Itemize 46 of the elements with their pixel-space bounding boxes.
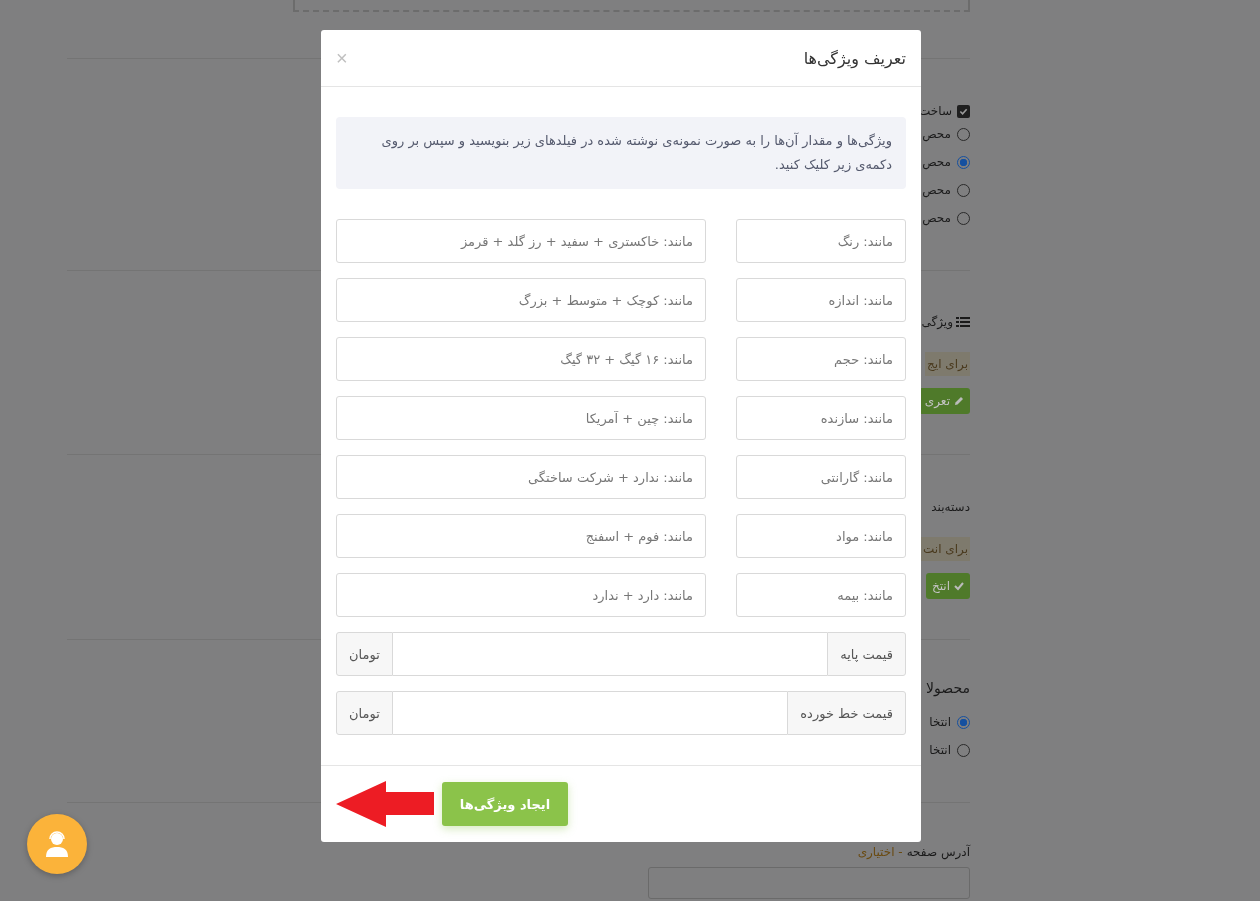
option-label: انتخا: [929, 715, 951, 729]
select-button[interactable]: انتخ: [925, 573, 970, 599]
option-label: محص: [922, 127, 951, 141]
radio-button[interactable]: [957, 715, 970, 729]
alert-message: برای انت: [921, 537, 970, 561]
define-button[interactable]: تعری: [918, 388, 970, 414]
feature-name-field[interactable]: مانند: اندازه: [736, 278, 906, 323]
optional-note: - اختیاری: [857, 845, 903, 859]
feature-name-field[interactable]: مانند: بیمه: [736, 573, 906, 618]
create-features-button[interactable]: ایجاد ویژگی‌ها: [442, 782, 568, 827]
feature-name-field[interactable]: مانند: حجم: [736, 337, 906, 382]
field-label: آدرس صفحه: [906, 845, 970, 859]
section-heading: دسته‌بند: [931, 500, 970, 514]
feature-values-field[interactable]: مانند: کوچک + متوسط + بزرگ: [336, 278, 706, 323]
currency-label: تومان: [336, 632, 393, 677]
check-icon: [954, 581, 964, 591]
feature-values-field[interactable]: مانند: ندارد + شرکت ساختگی: [336, 455, 706, 500]
option-label: محص: [922, 211, 951, 225]
price-label: قیمت خط خورده: [787, 691, 906, 736]
section-heading: ویژگی: [921, 315, 953, 329]
feature-values-field[interactable]: مانند: فوم + اسفنج: [336, 514, 706, 559]
price-field[interactable]: [392, 691, 788, 736]
radio-button[interactable]: [957, 155, 970, 169]
info-message: ویژگی‌ها و مقدار آن‌ها را به صورت نمونه‌ی نوشته شده در فیلدهای زیر بنویسید و سپس بر روی دکمه‌ی زیر کلیک کنید.: [336, 117, 906, 190]
modal-title: تعریف ویژگی‌ها: [803, 48, 906, 68]
pencil-icon: [954, 396, 964, 406]
section-heading: محصولا: [926, 680, 970, 696]
option-label: محص: [922, 155, 951, 169]
close-button[interactable]: ×: [336, 48, 348, 68]
feature-name-field[interactable]: مانند: مواد: [736, 514, 906, 559]
option-label: انتخا: [929, 743, 951, 757]
support-button[interactable]: [27, 814, 87, 874]
alert-message: برای ایج: [925, 352, 970, 376]
feature-name-field[interactable]: مانند: سازنده: [736, 396, 906, 441]
list-icon: [956, 316, 970, 328]
feature-values-field[interactable]: مانند: دارد + ندارد: [336, 573, 706, 618]
price-field[interactable]: [392, 632, 828, 677]
currency-label: تومان: [336, 691, 393, 736]
feature-values-field[interactable]: مانند: چین + آمریکا: [336, 396, 706, 441]
price-label: قیمت پایه: [827, 632, 906, 677]
feature-name-field[interactable]: مانند: رنگ: [736, 219, 906, 264]
option-label: محص: [922, 183, 951, 197]
feature-values-field[interactable]: مانند: ۱۶ گیگ + ۳۲ گیگ: [336, 337, 706, 382]
checkbox[interactable]: [957, 104, 970, 118]
feature-name-field[interactable]: مانند: گارانتی: [736, 455, 906, 500]
feature-values-field[interactable]: مانند: خاکستری + سفید + رز گلد + قرمز: [336, 219, 706, 264]
